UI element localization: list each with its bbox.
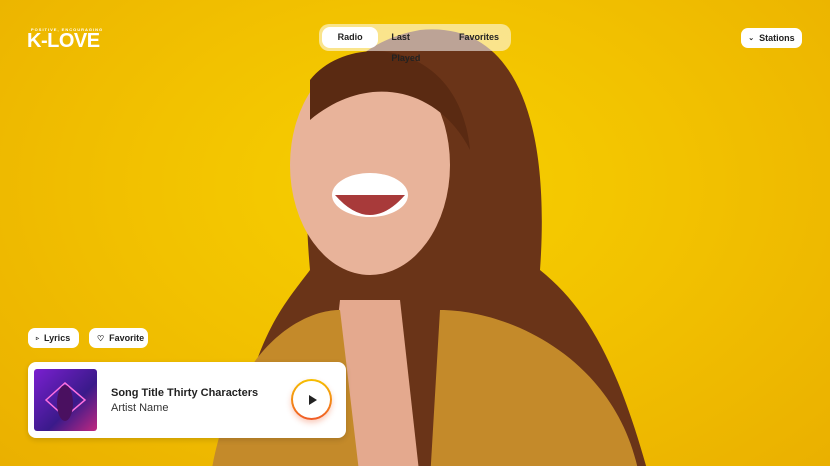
play-icon (308, 394, 317, 405)
tab-favorites[interactable]: Favorites (450, 27, 508, 48)
chevron-down-icon: ⌄ (748, 35, 755, 42)
song-title: Song Title Thirty Characters (111, 387, 259, 399)
k-love-logo[interactable]: POSITIVE, ENCOURAGING K-LOVE (27, 27, 103, 52)
lyrics-label: Lyrics (44, 333, 71, 343)
nav-tabs: Radio Last Played Favorites (319, 24, 511, 63)
favorite-label: Favorite (109, 333, 145, 343)
heart-icon: ♡ (97, 333, 105, 343)
now-playing-card: Song Title Thirty Characters Artist Name (28, 362, 346, 438)
play-button[interactable] (291, 379, 332, 420)
stations-label: Stations (759, 33, 795, 43)
favorite-button[interactable]: ♡ Favorite (89, 328, 148, 348)
lyrics-button[interactable]: ▹ Lyrics (28, 328, 79, 348)
artist-name: Artist Name (111, 402, 169, 414)
tab-last-played[interactable]: Last Played (382, 27, 446, 63)
app-screen: POSITIVE, ENCOURAGING K-LOVE Radio Last … (0, 0, 830, 466)
lyrics-icon: ▹ (36, 335, 40, 342)
album-art (34, 369, 97, 431)
tab-radio[interactable]: Radio (322, 27, 379, 48)
logo-name: K-LOVE (27, 30, 100, 52)
stations-button[interactable]: ⌄ Stations (741, 28, 802, 48)
